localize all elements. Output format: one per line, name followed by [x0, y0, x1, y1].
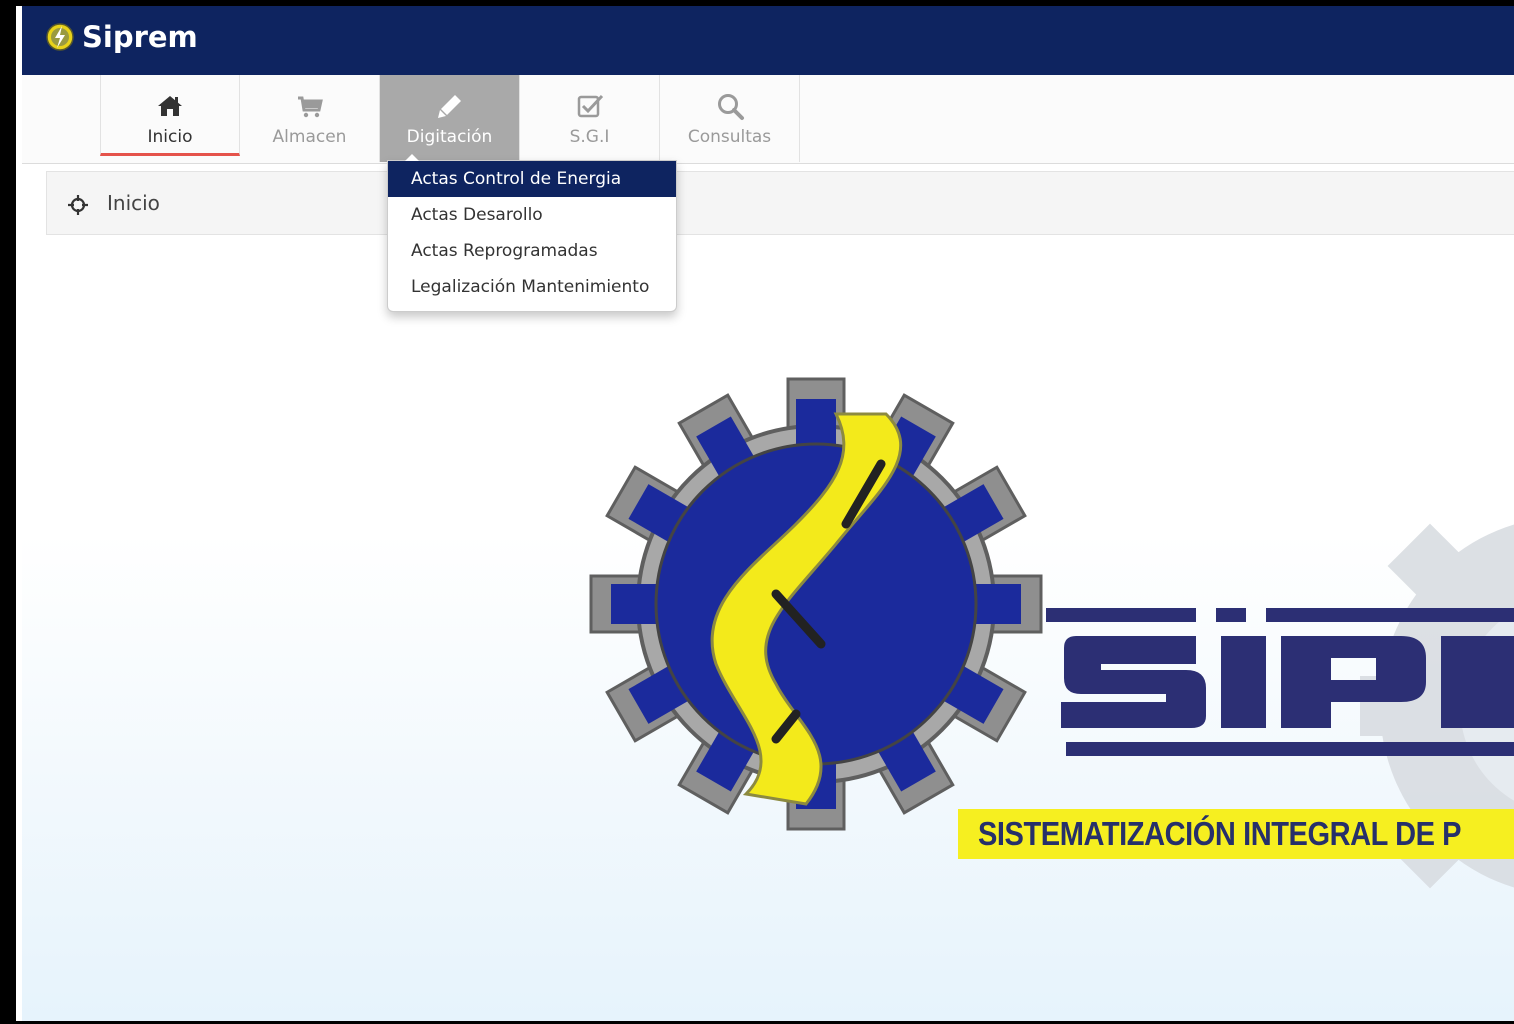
- pencil-icon: [437, 95, 461, 118]
- window-frame: Siprem Inicio Almacen Digitación S.G.I C…: [0, 0, 1514, 1024]
- menu-item-almacen[interactable]: Almacen: [240, 75, 380, 162]
- brand[interactable]: Siprem: [44, 20, 198, 54]
- menu-item-inicio[interactable]: Inicio: [100, 75, 240, 156]
- main-menu-bar: Inicio Almacen Digitación S.G.I Consulta…: [22, 75, 1514, 164]
- dropdown-caret: [405, 154, 419, 161]
- app-title: Siprem: [82, 20, 198, 54]
- menu-item-label: Digitación: [406, 127, 493, 147]
- gear-s-logo-icon: [589, 377, 1043, 831]
- dropdown-item-legalizacion-mantenimiento[interactable]: Legalización Mantenimiento: [388, 269, 676, 305]
- tagline-banner: SISTEMATIZACIÓN INTEGRAL DE P: [958, 809, 1514, 859]
- cart-icon: [297, 96, 323, 118]
- dropdown-item-actas-control-energia[interactable]: Actas Control de Energia: [388, 161, 676, 197]
- search-icon: [717, 94, 744, 120]
- menu-item-sgi[interactable]: S.G.I: [520, 75, 660, 162]
- checkbox-icon: [577, 94, 603, 118]
- breadcrumb-label[interactable]: Inicio: [107, 191, 160, 215]
- home-icon: [158, 96, 182, 116]
- dropdown-item-actas-desarollo[interactable]: Actas Desarollo: [388, 197, 676, 233]
- siprem-wordmark-icon: [1046, 608, 1514, 756]
- menu-item-consultas[interactable]: Consultas: [660, 75, 800, 162]
- crosshair-icon: [68, 195, 88, 215]
- menu-item-label: Consultas: [687, 127, 772, 147]
- menu-item-label: Inicio: [147, 127, 193, 147]
- siprem-bolt-icon: [46, 23, 74, 51]
- top-navbar: Siprem: [22, 6, 1514, 75]
- siprem-logo-banner: SISTEMATIZACIÓN INTEGRAL DE P: [22, 246, 1514, 1021]
- app-content: Siprem Inicio Almacen Digitación S.G.I C…: [22, 6, 1514, 1021]
- breadcrumb: Inicio: [46, 171, 1514, 235]
- dropdown-item-actas-reprogramadas[interactable]: Actas Reprogramadas: [388, 233, 676, 269]
- digitacion-dropdown: Actas Control de Energia Actas Desarollo…: [387, 154, 677, 312]
- tagline-text: SISTEMATIZACIÓN INTEGRAL DE P: [978, 815, 1462, 852]
- menu-item-digitacion[interactable]: Digitación: [380, 75, 520, 162]
- menu-item-label: S.G.I: [569, 127, 610, 147]
- menu-item-label: Almacen: [272, 127, 347, 147]
